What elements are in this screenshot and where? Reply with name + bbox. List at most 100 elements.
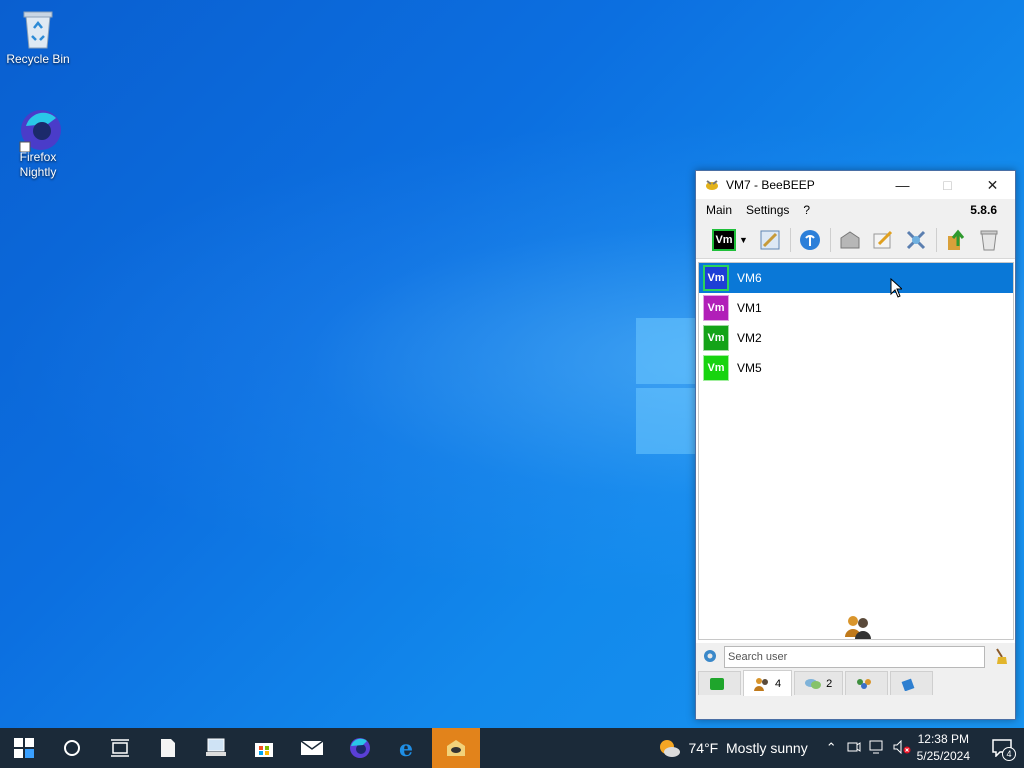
- edit-profile-button[interactable]: [757, 227, 783, 253]
- sun-cloud-icon: [659, 740, 680, 757]
- list-item[interactable]: Vm VM5: [699, 353, 1013, 383]
- avatar: Vm: [703, 325, 729, 351]
- weather-text: 74°F Mostly sunny: [688, 740, 808, 756]
- document-icon: [161, 739, 175, 757]
- settings-gear-icon[interactable]: [702, 648, 718, 667]
- taskbar: e 74°F Mostly sunny ⌃ 12:38 PM 5/25/2024…: [0, 728, 1024, 768]
- desktop-icon-firefox-nightly[interactable]: Firefox Nightly: [0, 106, 76, 180]
- toolbar: Vm ▼: [696, 221, 1015, 259]
- search-row: [696, 643, 1015, 671]
- svg-text:e: e: [399, 737, 413, 759]
- version-label: 5.8.6: [970, 203, 997, 217]
- internet-explorer-icon: e: [399, 737, 413, 759]
- clock-date: 5/25/2024: [916, 749, 970, 763]
- status-selector[interactable]: Vm ▼: [710, 227, 750, 253]
- firefox-icon: [350, 738, 370, 758]
- maximize-button[interactable]: □: [925, 171, 970, 199]
- meet-icon[interactable]: [847, 740, 861, 757]
- clock-time: 12:38 PM: [917, 732, 969, 746]
- write-icon: [873, 230, 893, 248]
- menu-help[interactable]: ?: [803, 203, 810, 217]
- chat-icon: [805, 678, 822, 689]
- envelope-icon: [840, 230, 860, 248]
- users-group-icon: [843, 613, 873, 639]
- menu-settings[interactable]: Settings: [746, 203, 789, 217]
- clock[interactable]: 12:38 PM 5/25/2024: [917, 731, 970, 765]
- beebeep-window[interactable]: VM7 - BeeBEEP — □ ✕ Main Settings ? 5.8.…: [695, 170, 1016, 720]
- computer-icon: [206, 738, 226, 756]
- user-list[interactable]: Vm VM6 Vm VM1 Vm VM2 Vm VM5: [698, 262, 1014, 640]
- edit-profile-icon: [760, 230, 780, 249]
- list-item[interactable]: Vm VM6: [699, 263, 1013, 293]
- network-button[interactable]: [797, 227, 823, 253]
- chevron-down-icon: ▼: [739, 234, 748, 245]
- upload-icon: [948, 229, 965, 250]
- files-icon: [901, 678, 915, 691]
- user-name: VM5: [737, 361, 762, 375]
- mail-icon: [300, 740, 324, 755]
- avatar: Vm: [703, 355, 729, 381]
- start-button[interactable]: [0, 728, 48, 768]
- new-message-button[interactable]: [870, 227, 896, 253]
- plugins-button[interactable]: [903, 227, 929, 253]
- cortana-circle-icon: [64, 740, 80, 756]
- tab-groups[interactable]: [845, 671, 889, 695]
- chevron-up-icon[interactable]: ⌃: [826, 740, 837, 756]
- users-icon: [754, 677, 768, 691]
- taskbar-edge[interactable]: e: [384, 728, 432, 768]
- taskbar-firefox[interactable]: [336, 728, 384, 768]
- search-input[interactable]: [724, 646, 985, 668]
- taskbar-this-pc[interactable]: [192, 728, 240, 768]
- store-icon: [255, 743, 273, 757]
- taskbar-store[interactable]: [240, 728, 288, 768]
- task-view-icon: [111, 739, 129, 757]
- notification-center-button[interactable]: 4: [980, 728, 1024, 768]
- home-icon: [710, 677, 724, 690]
- firefox-nightly-icon: [18, 106, 61, 153]
- beebeep-icon: [447, 740, 465, 756]
- windows-logo-icon: [14, 738, 34, 758]
- tab-home[interactable]: [698, 671, 741, 695]
- user-name: VM2: [737, 331, 762, 345]
- users-count: 4: [775, 677, 782, 690]
- tab-files[interactable]: [890, 671, 934, 695]
- bottom-tabs: 4 2: [696, 670, 1015, 719]
- recycle-bin-icon: [18, 8, 58, 49]
- taskbar-beebeep[interactable]: [432, 728, 480, 768]
- minimize-button[interactable]: —: [880, 171, 925, 199]
- desktop-icon-label: Firefox Nightly: [19, 150, 57, 179]
- weather-widget[interactable]: 74°F Mostly sunny: [657, 738, 808, 758]
- list-item[interactable]: Vm VM1: [699, 293, 1013, 323]
- volume-muted-icon[interactable]: [893, 739, 911, 757]
- network-icon: [800, 229, 820, 250]
- list-item[interactable]: Vm VM2: [699, 323, 1013, 353]
- user-name: VM6: [737, 271, 762, 285]
- system-tray: 74°F Mostly sunny ⌃ 12:38 PM 5/25/2024 4: [657, 728, 1024, 768]
- mouse-cursor-icon: [890, 277, 904, 301]
- groups-icon: [857, 678, 872, 689]
- broadcast-button[interactable]: [837, 227, 863, 253]
- window-title: VM7 - BeeBEEP: [726, 178, 815, 192]
- menu-main[interactable]: Main: [706, 203, 732, 217]
- beebeep-app-icon: [704, 178, 720, 192]
- search-button[interactable]: [48, 728, 96, 768]
- close-button[interactable]: ✕: [970, 171, 1015, 199]
- notification-count: 4: [1002, 747, 1016, 761]
- task-view-button[interactable]: [96, 728, 144, 768]
- clear-button[interactable]: [976, 227, 1002, 253]
- broom-icon[interactable]: [993, 647, 1009, 668]
- send-file-button[interactable]: [943, 227, 969, 253]
- avatar: Vm: [703, 265, 729, 291]
- tab-users[interactable]: 4: [743, 670, 793, 696]
- trash-icon: [980, 230, 998, 250]
- network-tray-icon[interactable]: [869, 740, 885, 757]
- self-avatar: Vm: [712, 228, 737, 251]
- menu-bar: Main Settings ? 5.8.6: [696, 199, 1015, 221]
- title-bar[interactable]: VM7 - BeeBEEP — □ ✕: [696, 171, 1015, 199]
- chats-count: 2: [826, 677, 833, 690]
- taskbar-mail[interactable]: [288, 728, 336, 768]
- desktop-icon-recycle-bin[interactable]: Recycle Bin: [0, 8, 76, 66]
- avatar: Vm: [703, 295, 729, 321]
- tab-chats[interactable]: 2: [794, 671, 844, 695]
- taskbar-notepad[interactable]: [144, 728, 192, 768]
